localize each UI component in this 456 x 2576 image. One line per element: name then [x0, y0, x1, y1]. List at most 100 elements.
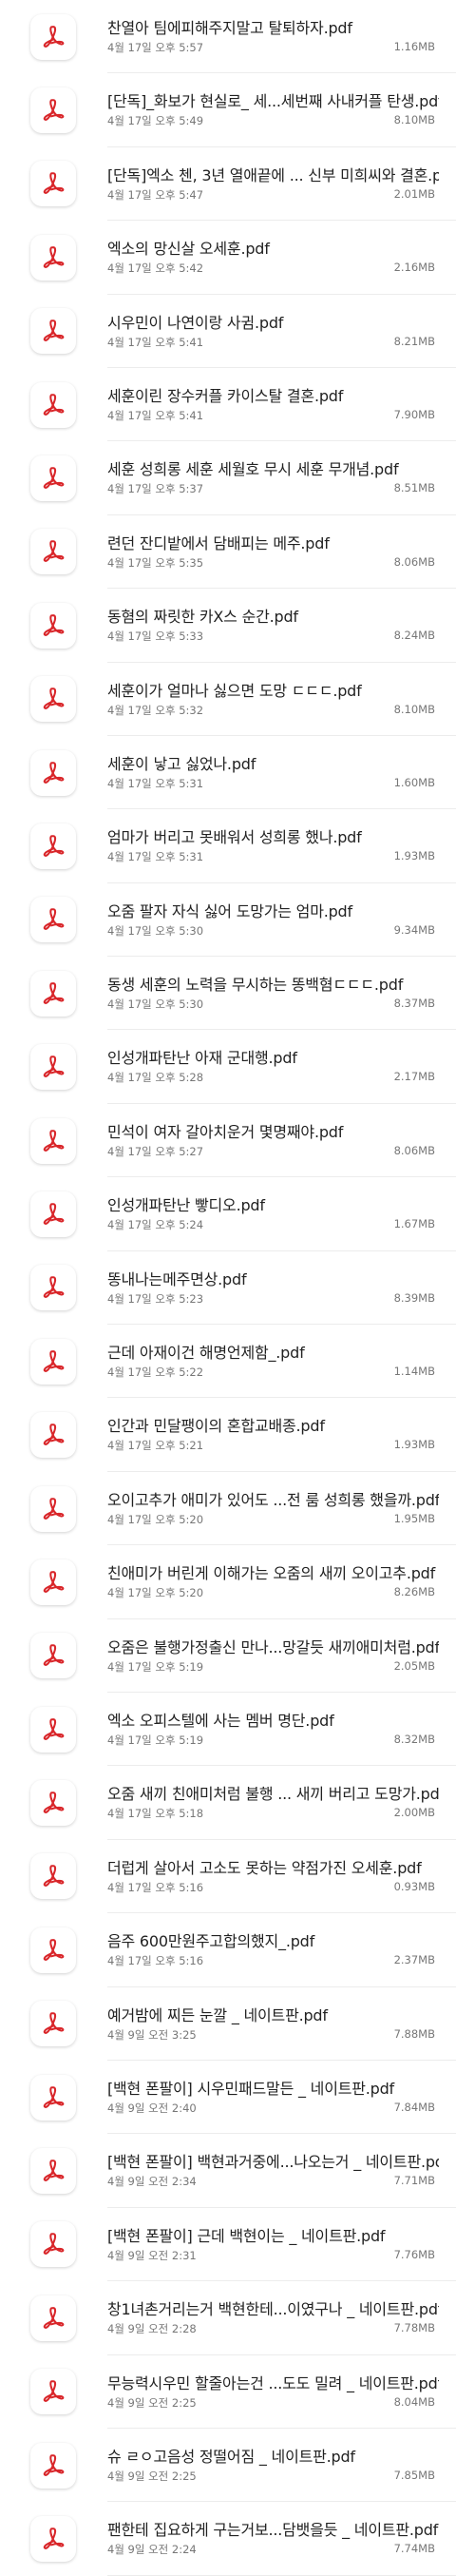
file-date: 4월 17일 오후 5:37	[107, 482, 204, 496]
pdf-icon	[30, 381, 76, 428]
file-row[interactable]: 음주 600만원주고합의했지_.pdf 4월 17일 오후 5:16 2.37M…	[0, 1913, 456, 1987]
file-row[interactable]: 똥내나는메주면상.pdf 4월 17일 오후 5:23 8.39MB	[0, 1251, 456, 1326]
file-name: 근데 아재이건 해명언제함_.pdf	[107, 1344, 305, 1363]
file-date: 4월 17일 오후 5:19	[107, 1733, 204, 1747]
file-size: 8.39MB	[393, 1290, 435, 1305]
file-date: 4월 17일 오후 5:47	[107, 187, 204, 202]
file-name: 동생 세훈의 노력을 무시하는 똥백혐ㄷㄷㄷ.pdf	[107, 976, 404, 995]
pdf-icon	[30, 2515, 76, 2562]
file-row[interactable]: 련던 잔디밭에서 담배피는 메주.pdf 4월 17일 오후 5:35 8.06…	[0, 515, 456, 590]
file-row[interactable]: 오줌은 불행가정출신 만나...망갈듯 새끼애미처럼.pdf 4월 17일 오후…	[0, 1619, 456, 1693]
file-row[interactable]: 세훈이린 장수커플 카이스탈 결혼.pdf 4월 17일 오후 5:41 7.9…	[0, 368, 456, 442]
file-name: 슈 ㄹㅇ고음성 정떨어짐 _ 네이트판.pdf	[107, 2447, 355, 2466]
file-name: 세훈이가 얼마나 싫으면 도망 ㄷㄷㄷ.pdf	[107, 681, 362, 700]
file-row[interactable]: [단독]엑소 첸, 3년 열애끝에 ... 신부 미희씨와 결혼.pdf 4월 …	[0, 147, 456, 222]
file-row[interactable]: 예거밤에 찌든 눈깔 _ 네이트판.pdf 4월 9일 오전 3:25 7.88…	[0, 1987, 456, 2061]
file-name: [백현 폰팔이] 백현과거중에...나오는거 _ 네이트판.pdf	[107, 2153, 439, 2172]
file-size: 8.24MB	[393, 629, 435, 643]
file-size: 7.90MB	[393, 407, 435, 421]
file-list: 찬열아 팀에피해주지말고 탈퇴하자.pdf 4월 17일 오후 5:57 1.1…	[0, 0, 456, 2576]
file-size: 8.51MB	[393, 481, 435, 495]
file-name: 세훈이린 장수커플 카이스탈 결혼.pdf	[107, 386, 344, 405]
file-name: 더럽게 살아서 고소도 못하는 약점가진 오세훈.pdf	[107, 1858, 422, 1877]
file-size: 1.60MB	[393, 775, 435, 789]
file-row[interactable]: [단독]_화보가 현실로_ 세...세번째 사내커플 탄생.pdf 4월 17일…	[0, 73, 456, 147]
file-date: 4월 17일 오후 5:16	[107, 1880, 204, 1894]
pdf-icon	[30, 676, 76, 723]
file-name: 련던 잔디밭에서 담배피는 메주.pdf	[107, 533, 330, 552]
file-date: 4월 17일 오후 5:30	[107, 997, 204, 1012]
file-row[interactable]: 민석이 여자 갈아치운거 몇명째야.pdf 4월 17일 오후 5:27 8.0…	[0, 1104, 456, 1178]
file-row[interactable]: 더럽게 살아서 고소도 못하는 약점가진 오세훈.pdf 4월 17일 오후 5…	[0, 1840, 456, 1914]
file-row[interactable]: 슈 ㄹㅇ고음성 정떨어짐 _ 네이트판.pdf 4월 9일 오전 2:25 7.…	[0, 2429, 456, 2503]
file-row[interactable]: 시우민이 나연이랑 사귐.pdf 4월 17일 오후 5:41 8.21MB	[0, 295, 456, 368]
file-size: 2.16MB	[393, 261, 435, 275]
pdf-icon	[30, 308, 76, 355]
pdf-icon	[30, 1412, 76, 1459]
file-row[interactable]: [백현 폰팔이] 시우민패드말든 _ 네이트판.pdf 4월 9일 오전 2:4…	[0, 2061, 456, 2135]
file-row[interactable]: 오줌 팔자 자식 싫어 도망가는 엄마.pdf 4월 17일 오후 5:30 9…	[0, 883, 456, 958]
pdf-icon	[30, 161, 76, 207]
file-size: 8.21MB	[393, 334, 435, 348]
file-row[interactable]: 세훈이 낳고 싫었나.pdf 4월 17일 오후 5:31 1.60MB	[0, 736, 456, 810]
file-date: 4월 17일 오후 5:31	[107, 850, 204, 864]
file-row[interactable]: 오이고추가 애미가 있어도 ...전 룸 성희롱 했을까.pdf 4월 17일 …	[0, 1472, 456, 1546]
pdf-icon	[30, 2001, 76, 2047]
file-name: 세훈 성희롱 세훈 세월호 무시 세훈 무개념.pdf	[107, 460, 399, 479]
file-name: 인간과 민달팽이의 혼합교배종.pdf	[107, 1417, 325, 1436]
file-date: 4월 17일 오후 5:20	[107, 1586, 204, 1600]
file-name: 민석이 여자 갈아치운거 몇명째야.pdf	[107, 1122, 344, 1141]
file-name: 팬한테 집요하게 구는거보...담뱃을듯 _ 네이트판.pdf	[107, 2521, 439, 2540]
pdf-icon	[30, 2369, 76, 2415]
pdf-icon	[30, 1044, 76, 1091]
file-row[interactable]: [백현 폰팔이] 근데 백현이는 _ 네이트판.pdf 4월 9일 오전 2:3…	[0, 2208, 456, 2282]
file-row[interactable]: 엑소 오피스텔에 사는 멤버 명단.pdf 4월 17일 오후 5:19 8.3…	[0, 1693, 456, 1767]
file-size: 7.88MB	[393, 2026, 435, 2041]
pdf-icon	[30, 2221, 76, 2268]
file-size: 1.95MB	[393, 1511, 435, 1525]
file-date: 4월 17일 오후 5:24	[107, 1218, 204, 1232]
file-date: 4월 17일 오후 5:19	[107, 1659, 204, 1674]
file-size: 7.71MB	[393, 2174, 435, 2188]
file-name: 예거밤에 찌든 눈깔 _ 네이트판.pdf	[107, 2005, 328, 2024]
file-name: [백현 폰팔이] 근데 백현이는 _ 네이트판.pdf	[107, 2226, 386, 2245]
file-row[interactable]: 오줌 새끼 친애미처럼 불행 ... 새끼 버리고 도망가.pdf 4월 17일…	[0, 1766, 456, 1840]
pdf-icon	[30, 455, 76, 502]
pdf-icon	[30, 1706, 76, 1753]
pdf-icon	[30, 2074, 76, 2121]
file-date: 4월 17일 오후 5:22	[107, 1365, 204, 1380]
file-date: 4월 17일 오후 5:41	[107, 335, 204, 349]
file-row[interactable]: [백현 폰팔이] 백현과거중에...나오는거 _ 네이트판.pdf 4월 9일 …	[0, 2134, 456, 2208]
file-size: 7.78MB	[393, 2321, 435, 2335]
file-name: 오이고추가 애미가 있어도 ...전 룸 성희롱 했을까.pdf	[107, 1490, 439, 1509]
file-row[interactable]: 인간과 민달팽이의 혼합교배종.pdf 4월 17일 오후 5:21 1.93M…	[0, 1398, 456, 1472]
pdf-icon	[30, 87, 76, 134]
file-name: 엑소 오피스텔에 사는 멤버 명단.pdf	[107, 1711, 334, 1730]
file-row[interactable]: 동혐의 짜릿한 카X스 순간.pdf 4월 17일 오후 5:33 8.24MB	[0, 589, 456, 663]
file-size: 2.37MB	[393, 1953, 435, 1967]
file-row[interactable]: 세훈이가 얼마나 싫으면 도망 ㄷㄷㄷ.pdf 4월 17일 오후 5:32 8…	[0, 663, 456, 736]
file-row[interactable]: 엄마가 버리고 못배워서 성희롱 했나.pdf 4월 17일 오후 5:31 1…	[0, 809, 456, 883]
file-name: 엄마가 버리고 못배워서 성희롱 했나.pdf	[107, 828, 362, 847]
file-date: 4월 9일 오전 2:24	[107, 2543, 197, 2557]
file-row[interactable]: 세훈 성희롱 세훈 세월호 무시 세훈 무개념.pdf 4월 17일 오후 5:…	[0, 441, 456, 515]
file-row[interactable]: 동생 세훈의 노력을 무시하는 똥백혐ㄷㄷㄷ.pdf 4월 17일 오후 5:3…	[0, 957, 456, 1031]
pdf-icon	[30, 749, 76, 796]
file-row[interactable]: 무능력시우민 할줄아는건 ...도도 밀려 _ 네이트판.pdf 4월 9일 오…	[0, 2355, 456, 2429]
file-size: 7.76MB	[393, 2247, 435, 2261]
file-date: 4월 17일 오후 5:57	[107, 41, 204, 54]
file-row[interactable]: 찬열아 팀에피해주지말고 탈퇴하자.pdf 4월 17일 오후 5:57 1.1…	[0, 0, 456, 74]
file-row[interactable]: 친애미가 버린게 이해가는 오줌의 새끼 오이고추.pdf 4월 17일 오후 …	[0, 1545, 456, 1619]
file-date: 4월 17일 오후 5:21	[107, 1439, 204, 1453]
file-row[interactable]: 팬한테 집요하게 구는거보...담뱃을듯 _ 네이트판.pdf 4월 9일 오전…	[0, 2502, 456, 2576]
pdf-icon	[30, 1265, 76, 1311]
file-row[interactable]: 창1녀촌거리는거 백현한테...이였구나 _ 네이트판.pdf 4월 9일 오전…	[0, 2281, 456, 2355]
file-row[interactable]: 엑소의 망신살 오세훈.pdf 4월 17일 오후 5:42 2.16MB	[0, 221, 456, 295]
file-row[interactable]: 근데 아재이건 해명언제함_.pdf 4월 17일 오후 5:22 1.14MB	[0, 1325, 456, 1399]
file-size: 2.05MB	[393, 1658, 435, 1673]
file-size: 8.06MB	[393, 554, 435, 569]
pdf-icon	[30, 1559, 76, 1605]
file-row[interactable]: 인성개파탄난 빻디오.pdf 4월 17일 오후 5:24 1.67MB	[0, 1177, 456, 1251]
file-name: 친애미가 버린게 이해가는 오줌의 새끼 오이고추.pdf	[107, 1564, 436, 1583]
file-row[interactable]: 인성개파탄난 아재 군대행.pdf 4월 17일 오후 5:28 2.17MB	[0, 1030, 456, 1104]
